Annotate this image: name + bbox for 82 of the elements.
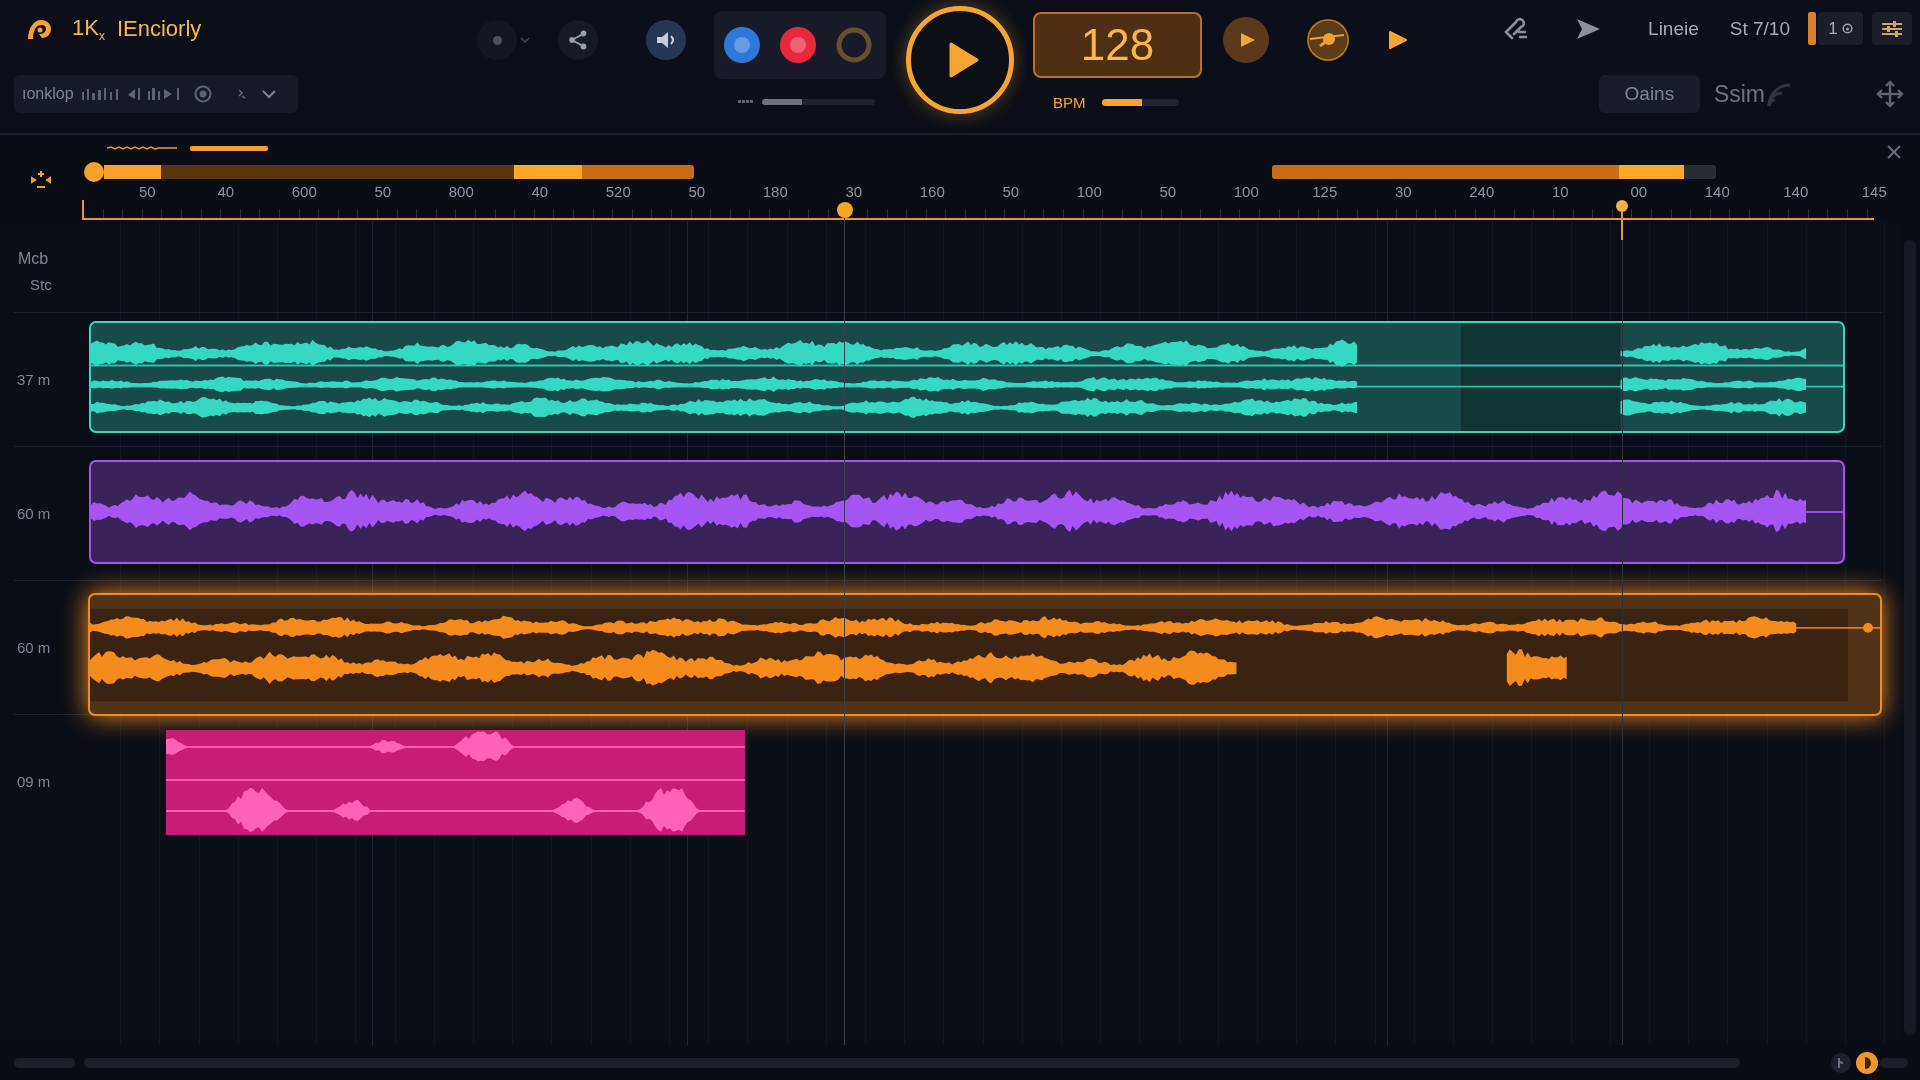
sliders-button[interactable]	[1872, 12, 1912, 45]
tempo-field[interactable]: 128	[1033, 12, 1202, 78]
share-icon	[568, 30, 588, 50]
ruler-label: 40	[530, 182, 550, 200]
ruler-label: 50	[687, 182, 707, 200]
speaker-icon	[656, 31, 676, 49]
close-icon[interactable]	[1887, 145, 1901, 159]
ruler-label: 50	[137, 182, 157, 200]
audio-clip[interactable]	[166, 730, 745, 835]
audio-clip[interactable]	[89, 460, 1845, 564]
app-title: IEnciorly	[116, 16, 202, 42]
mode-label: Lineie	[1648, 17, 1699, 40]
counter-button[interactable]: 1	[1818, 12, 1863, 45]
brand-label: 1K$_{x}$	[72, 14, 105, 44]
ruler-label: 50	[373, 182, 393, 200]
column-label: Stc	[30, 276, 52, 293]
tempo-slider-track[interactable]	[1101, 99, 1179, 106]
play-icon	[949, 42, 979, 78]
disc-icon[interactable]	[1306, 18, 1350, 62]
ruler-label: 180	[761, 182, 789, 200]
ruler-label: 160	[918, 182, 946, 200]
ruler-label: 50	[1158, 182, 1178, 200]
dot-icon[interactable]	[724, 27, 760, 63]
ruler-label: 30	[1393, 182, 1413, 200]
playhead-handle[interactable]	[837, 202, 853, 218]
loop-range-bar[interactable]	[1272, 164, 1716, 179]
ruler-label: 50	[1001, 182, 1021, 200]
bar-icon	[1808, 12, 1816, 45]
ruler-label: 800	[447, 182, 475, 200]
circle-icon	[1841, 23, 1853, 34]
ruler-label: 125	[1311, 182, 1339, 200]
share-button[interactable]	[558, 20, 598, 60]
ruler-label: 00	[1629, 182, 1649, 200]
dots-icon	[738, 100, 754, 104]
ruler-label: 240	[1468, 182, 1496, 200]
speaker-button[interactable]	[646, 20, 686, 60]
small-mark-icon	[237, 89, 246, 99]
hook-icon[interactable]	[1502, 15, 1529, 42]
track-label: 09 m	[17, 773, 51, 790]
ruler-label: 140	[1782, 182, 1810, 200]
ruler-label: 100	[1075, 182, 1103, 200]
move-icon[interactable]	[1876, 80, 1904, 108]
mini-waveform-icon	[107, 145, 177, 151]
knob-icon[interactable]	[1831, 1052, 1851, 1073]
play-icon	[1239, 32, 1256, 48]
ruler-label: 145	[1860, 182, 1888, 200]
play-button[interactable]	[1223, 17, 1269, 63]
ruler-label: 600	[290, 182, 318, 200]
preset-dropdown[interactable]: ıonklop	[14, 75, 298, 113]
column-label: Mcb	[18, 250, 49, 268]
ruler-label: 10	[1550, 182, 1570, 200]
dot-menu-button[interactable]	[477, 20, 517, 60]
half-circle-icon[interactable]	[1856, 1051, 1878, 1074]
ruler-label: 100	[1232, 182, 1260, 200]
ruler-label: 30	[844, 182, 864, 200]
toggle-button[interactable]: Oains	[1598, 75, 1700, 113]
track-label: 60 m	[17, 505, 51, 522]
ruler-label: 40	[216, 182, 236, 200]
ruler-label: 140	[1703, 182, 1731, 200]
dot-icon[interactable]	[780, 27, 816, 63]
position-label: St 7/10	[1729, 17, 1790, 40]
transport-icon	[127, 87, 180, 101]
arrow-icon[interactable]	[1575, 17, 1602, 40]
monitor-slider-track[interactable]	[762, 99, 875, 105]
snap-label: Ssim	[1713, 80, 1765, 108]
preset-value: ıonklop	[22, 85, 74, 103]
track-label: 37 m	[17, 371, 51, 388]
loop-range-bar[interactable]	[104, 164, 694, 179]
dot-icon	[492, 35, 502, 45]
range-handle[interactable]	[84, 161, 104, 182]
chevron-down-icon[interactable]	[261, 89, 276, 99]
audio-clip[interactable]	[88, 593, 1882, 716]
track-label: 60 m	[17, 639, 51, 656]
logo-icon	[26, 17, 52, 41]
circle-icon[interactable]	[193, 85, 212, 103]
play-icon[interactable]	[1388, 30, 1408, 50]
play-button[interactable]	[906, 6, 1014, 114]
bpm-label: BPM	[1053, 94, 1086, 111]
marker-handle[interactable]	[1616, 200, 1628, 212]
audio-clip[interactable]	[89, 321, 1845, 433]
ruler-label: 520	[604, 182, 632, 200]
sliders-icon	[1881, 19, 1903, 38]
